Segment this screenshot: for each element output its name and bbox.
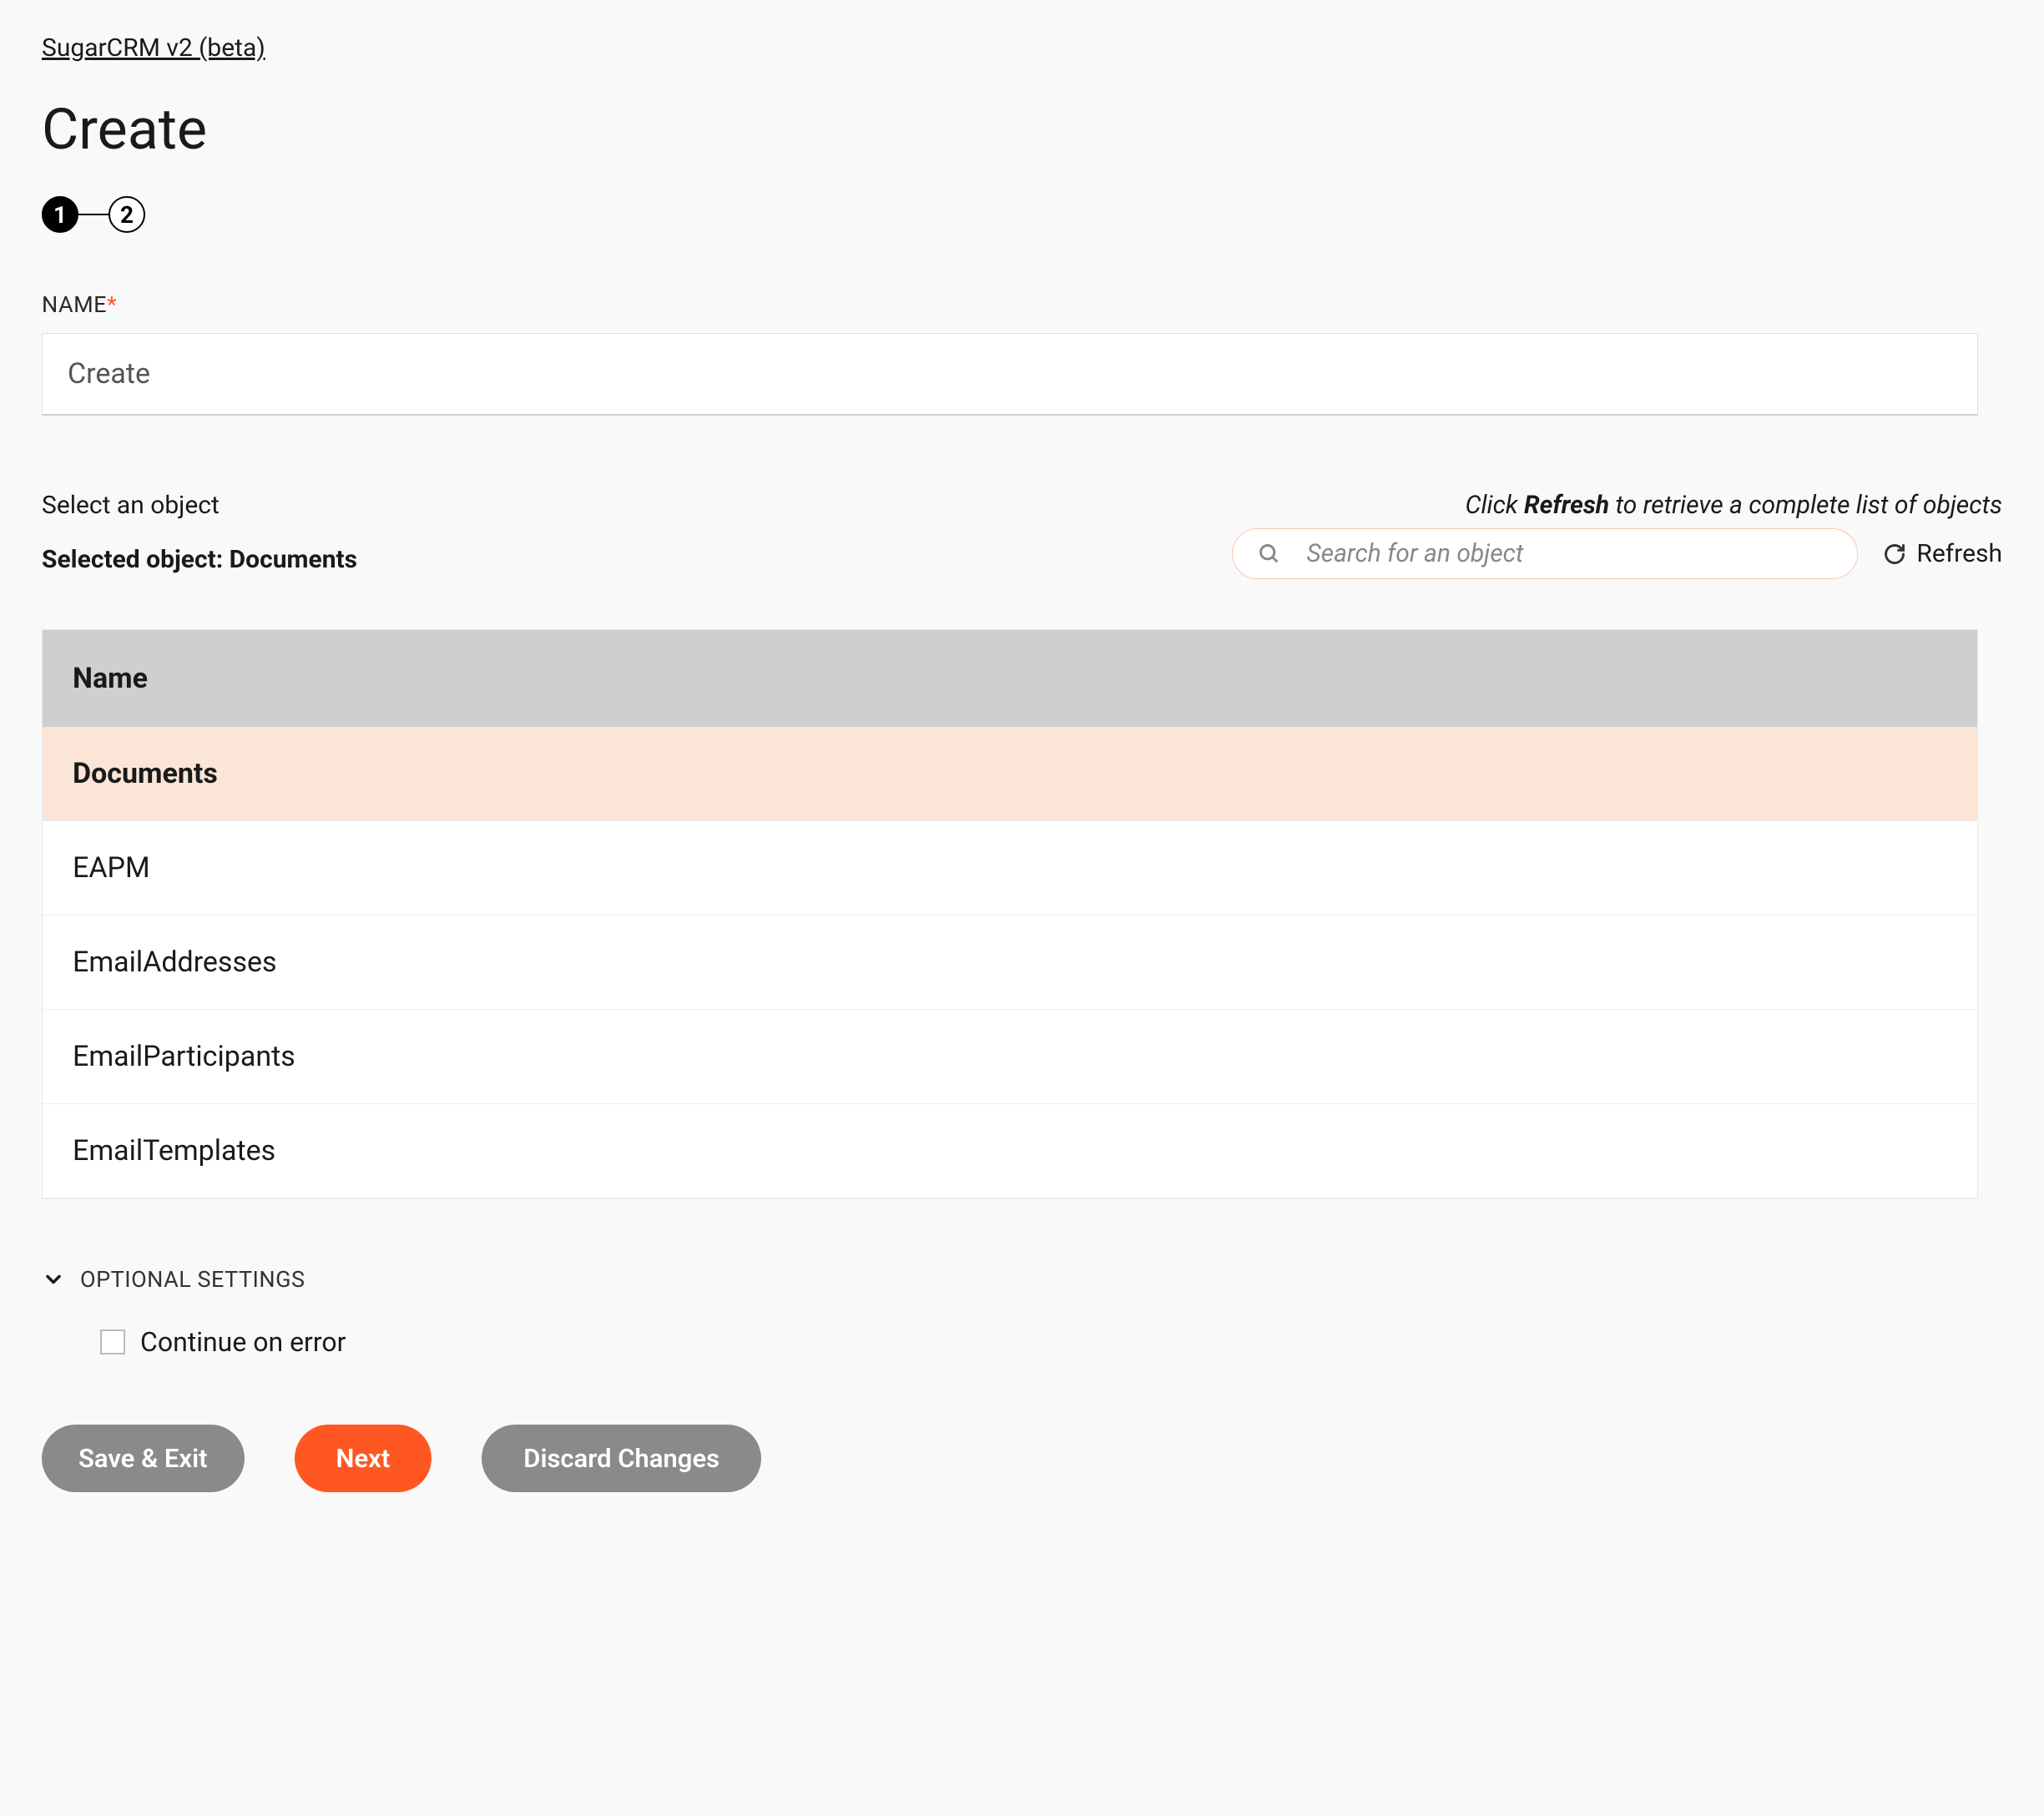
save-exit-button[interactable]: Save & Exit bbox=[42, 1425, 245, 1492]
step-2[interactable]: 2 bbox=[109, 196, 145, 233]
object-table: Name DocumentsEAPMEmailAddressesEmailPar… bbox=[42, 629, 1978, 1199]
continue-on-error-checkbox[interactable] bbox=[100, 1329, 125, 1354]
required-asterisk: * bbox=[107, 291, 117, 318]
next-button[interactable]: Next bbox=[295, 1425, 432, 1492]
continue-on-error-label: Continue on error bbox=[140, 1326, 346, 1358]
refresh-icon bbox=[1883, 542, 1906, 566]
table-header-name[interactable]: Name bbox=[43, 630, 1977, 727]
stepper: 1 2 bbox=[42, 196, 2002, 233]
page-title: Create bbox=[42, 96, 2002, 163]
selected-object-label: Selected object: Documents bbox=[42, 545, 357, 574]
breadcrumb-link[interactable]: SugarCRM v2 (beta) bbox=[42, 33, 265, 63]
refresh-button-label: Refresh bbox=[1916, 539, 2002, 568]
search-icon bbox=[1258, 542, 1281, 566]
table-row[interactable]: EmailTemplates bbox=[43, 1104, 1977, 1198]
step-connector bbox=[78, 214, 109, 215]
chevron-down-icon bbox=[42, 1268, 65, 1291]
refresh-button[interactable]: Refresh bbox=[1883, 539, 2002, 568]
select-object-label: Select an object bbox=[42, 491, 357, 520]
table-row[interactable]: EAPM bbox=[43, 821, 1977, 916]
table-row[interactable]: EmailParticipants bbox=[43, 1010, 1977, 1104]
search-object-input[interactable] bbox=[1306, 539, 1832, 568]
search-object-wrap[interactable] bbox=[1232, 528, 1858, 579]
optional-settings-toggle[interactable]: OPTIONAL SETTINGS bbox=[42, 1266, 2002, 1293]
table-row[interactable]: Documents bbox=[43, 727, 1977, 821]
table-row[interactable]: EmailAddresses bbox=[43, 916, 1977, 1010]
discard-changes-button[interactable]: Discard Changes bbox=[482, 1425, 761, 1492]
table-body[interactable]: DocumentsEAPMEmailAddressesEmailParticip… bbox=[43, 727, 1977, 1198]
step-1[interactable]: 1 bbox=[42, 196, 78, 233]
optional-settings-label: OPTIONAL SETTINGS bbox=[80, 1266, 305, 1293]
name-input[interactable] bbox=[42, 333, 1978, 416]
name-field-label: NAME* bbox=[42, 291, 2002, 318]
refresh-hint: Click Refresh to retrieve a complete lis… bbox=[1232, 491, 2002, 520]
